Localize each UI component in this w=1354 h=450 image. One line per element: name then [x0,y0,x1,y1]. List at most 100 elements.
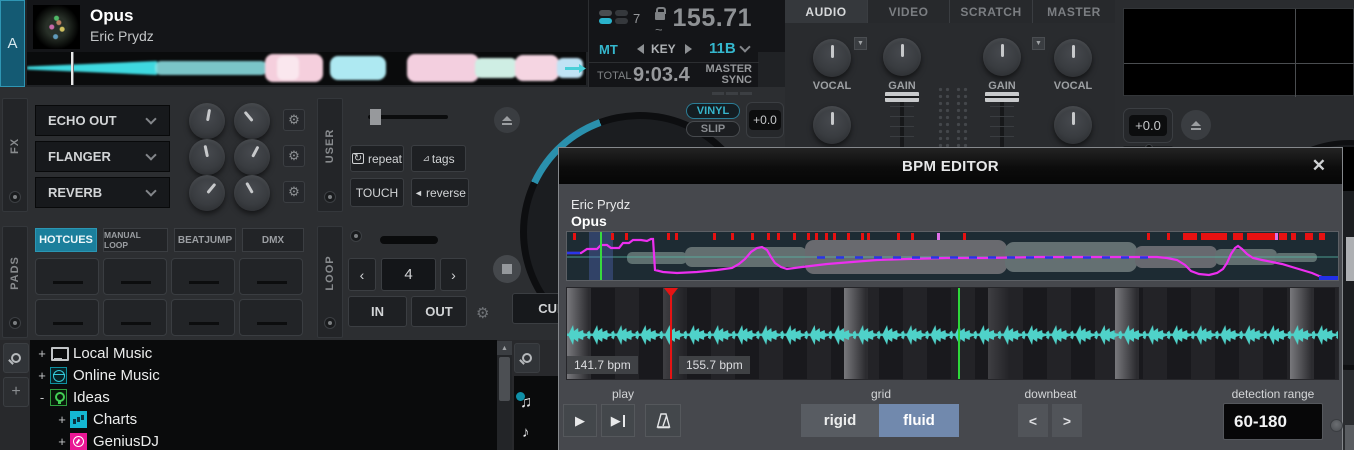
bpm-display[interactable]: 155.71 [673,4,752,33]
pads-tab-dmx[interactable]: DMX [242,228,304,252]
expand-toggle[interactable]: + [56,434,68,449]
fx-slot-3-select[interactable]: REVERB [35,177,170,208]
scrollbar-thumb[interactable] [499,357,510,401]
pad-6[interactable] [103,299,167,336]
key-next-icon[interactable] [685,44,692,54]
loop-rail[interactable]: LOOP [317,226,343,338]
key-prev-icon[interactable] [637,44,644,54]
pad-8[interactable] [239,299,303,336]
key-slider-handle[interactable] [370,109,381,125]
vocal-knob-right[interactable] [1054,39,1092,77]
pad-2[interactable] [103,258,167,295]
pitch-wave-icon[interactable]: ~ [655,22,663,37]
fx-rail-indicator[interactable] [9,191,21,203]
tree-item-charts[interactable]: + Charts [36,408,497,430]
fx2-knob-1[interactable] [189,139,225,175]
bpm-overview-waveform[interactable] [566,231,1339,281]
pads-tab-manual-loop[interactable]: MANUAL LOOP [103,228,168,252]
pad-3[interactable] [171,258,235,295]
play-button[interactable]: ▶ [563,404,597,437]
bpm-beat-grid[interactable]: 141.7 bpm 155.7 bpm [566,287,1339,380]
mixer-tab-scratch[interactable]: SCRATCH [950,0,1033,23]
deck-a-eject-button[interactable] [494,107,520,133]
pad-4[interactable] [239,258,303,295]
repeat-button[interactable]: ↻ repeat [350,145,404,172]
detection-range-dot[interactable] [1330,419,1343,432]
fx2-knob-2[interactable] [234,139,270,175]
pad-7[interactable] [171,299,235,336]
loop-half-button[interactable]: ‹ [348,258,376,291]
fx3-settings-button[interactable]: ⚙ [283,181,305,203]
user-rail[interactable]: USER [317,98,343,212]
gain-fader-right-handle[interactable] [985,92,1019,102]
slip-button[interactable]: SLIP [686,121,740,137]
loop-in-button[interactable]: IN [348,296,407,327]
loop-double-button[interactable]: › [440,258,467,291]
tree-item-geniusdj[interactable]: + GeniusDJ [36,430,497,450]
deck-a-waveform[interactable] [27,52,586,85]
expand-toggle[interactable]: + [56,412,68,427]
grid-fluid-button[interactable]: fluid [879,404,959,437]
fx3-knob-1[interactable] [189,175,225,211]
detection-range-input[interactable] [1223,403,1323,440]
gain-knob-left[interactable] [883,38,921,76]
pads-rail[interactable]: PADS [2,226,28,338]
key-value[interactable]: 11B [709,40,736,57]
browser-add-button[interactable]: + [3,377,29,407]
pads-tab-hotcues[interactable]: HOTCUES [35,228,97,252]
browser-search-button[interactable] [3,343,29,373]
fx3-knob-2[interactable] [234,175,270,211]
loop-out-button[interactable]: OUT [411,296,467,327]
fx-slot-1-select[interactable]: ECHO OUT [35,105,170,136]
expand-toggle[interactable]: + [36,346,48,361]
fx-rail[interactable]: FX [2,98,28,212]
mt-button[interactable]: MT [599,42,618,57]
fx1-knob-2[interactable] [234,103,270,139]
stop-button[interactable] [493,255,521,283]
metronome-button[interactable] [645,404,681,437]
gain-fader-left-handle[interactable] [885,92,919,102]
reverse-button[interactable]: ◄ reverse [411,178,469,207]
scrollbar-up-arrow[interactable]: ▲ [497,341,512,355]
touch-button[interactable]: TOUCH [350,178,404,207]
pad-5[interactable] [35,299,99,336]
close-icon[interactable]: ✕ [1308,155,1330,177]
mixer-tab-video[interactable]: VIDEO [868,0,950,23]
deck-b-eject-button[interactable] [1181,110,1211,140]
tree-item-online-music[interactable]: + Online Music [36,364,497,386]
grid-rigid-button[interactable]: rigid [801,404,879,437]
vocal-right-dropdown[interactable]: ▼ [1032,37,1045,50]
key-dropdown-icon[interactable] [739,41,750,52]
downbeat-next-button[interactable]: > [1052,404,1082,437]
user-rail-indicator[interactable] [324,191,336,203]
loop-length-value[interactable]: 4 [381,258,436,291]
tags-button[interactable]: ⊿ tags [411,145,466,172]
fx1-settings-button[interactable]: ⚙ [283,109,305,131]
mixer-tab-audio[interactable]: AUDIO [785,0,868,23]
fx1-knob-1[interactable] [189,103,225,139]
deck-a-tab[interactable]: A [0,0,25,87]
key-slider[interactable] [368,115,448,119]
settings-gear-button[interactable]: ⚙ [476,304,489,322]
vocal-left-dropdown[interactable]: ▼ [854,37,867,50]
tracklist-search-button[interactable] [514,343,540,373]
loop-slider[interactable] [380,236,438,244]
vinyl-button[interactable]: VINYL [686,103,740,119]
deck-b-pitch-button[interactable]: +0.0 [1123,108,1173,143]
tree-item-ideas[interactable]: - Ideas [36,386,497,408]
gain-knob-right[interactable] [983,38,1021,76]
vocal-knob2-left[interactable] [813,106,851,144]
mixer-tab-master[interactable]: MASTER [1033,0,1115,23]
deck-a-pitch-button[interactable]: +0.0 [746,102,784,138]
downbeat-prev-button[interactable]: < [1018,404,1048,437]
collapse-toggle[interactable]: - [36,390,48,405]
dialog-title-bar[interactable]: BPM EDITOR ✕ [559,148,1342,184]
tree-scrollbar[interactable]: ▲ [497,341,512,450]
pads-tab-beatjump[interactable]: BEATJUMP [174,228,236,252]
vocal-knob-left[interactable] [813,39,851,77]
play-from-marker-button[interactable]: ▶ [601,404,635,437]
pads-rail-indicator[interactable] [9,317,21,329]
pad-1[interactable] [35,258,99,295]
fx2-settings-button[interactable]: ⚙ [283,145,305,167]
tree-item-local-music[interactable]: + Local Music [36,342,497,364]
